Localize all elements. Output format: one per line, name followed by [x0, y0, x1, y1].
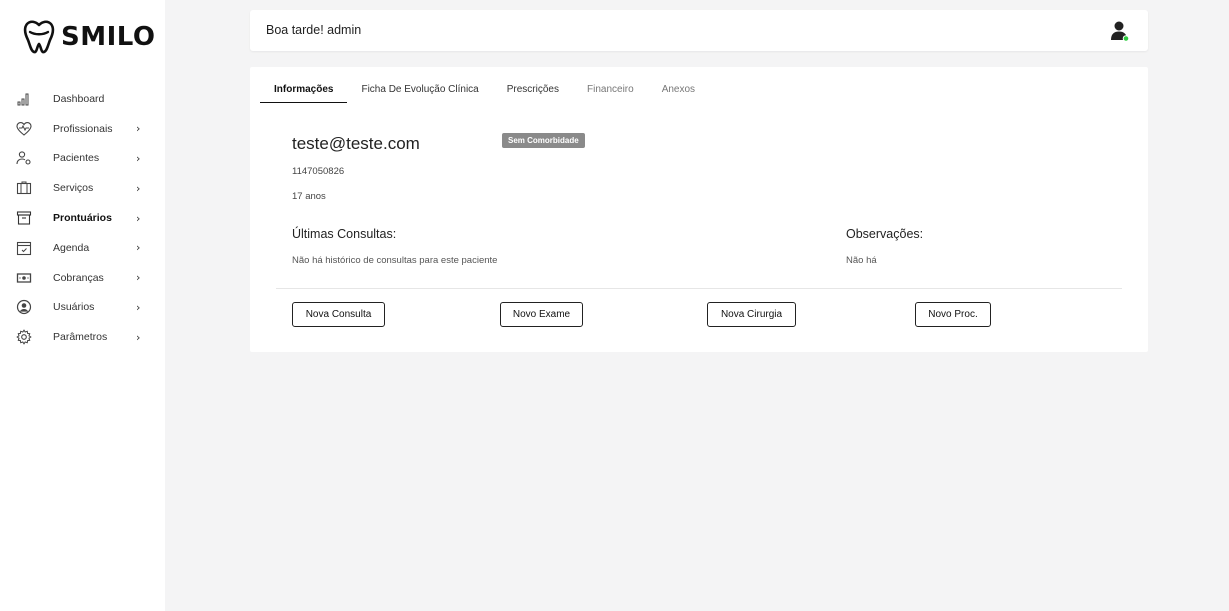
patient-phone: 1147050826 [292, 166, 345, 177]
sidebar-item-label: Dashboard [53, 92, 105, 105]
calendar-check-icon [16, 240, 32, 256]
user-circle-icon [16, 299, 32, 315]
observations-text: Não há [846, 255, 877, 266]
archive-icon [16, 210, 32, 226]
top-header: Boa tarde! admin [250, 10, 1148, 51]
sidebar-item-prontuarios[interactable]: Prontuários › [0, 203, 165, 233]
observations-title: Observações: [846, 227, 924, 241]
new-consultation-button[interactable]: Nova Consulta [292, 302, 385, 327]
sidebar-item-cobrancas[interactable]: Cobranças › [0, 263, 165, 293]
sidebar-item-dashboard[interactable]: Dashboard [0, 84, 165, 114]
sidebar-nav: Dashboard Profissionais › Pacientes › Se… [0, 84, 165, 352]
chevron-right-icon: › [136, 181, 141, 195]
sidebar: SMILO Dashboard Profissionais › Paciente… [0, 0, 165, 611]
tab-informacoes[interactable]: Informações [260, 81, 348, 103]
chevron-right-icon: › [136, 241, 141, 255]
sidebar-item-profissionais[interactable]: Profissionais › [0, 114, 165, 144]
sidebar-item-label: Agenda [53, 241, 90, 254]
chevron-right-icon: › [136, 330, 141, 344]
sidebar-item-label: Serviços [53, 182, 94, 195]
chevron-right-icon: › [136, 211, 141, 225]
new-surgery-button[interactable]: Nova Cirurgia [707, 302, 796, 327]
comorbidity-badge: Sem Comorbidade [502, 133, 585, 148]
sidebar-item-label: Cobranças [53, 271, 104, 284]
sidebar-item-pacientes[interactable]: Pacientes › [0, 144, 165, 174]
new-exam-button[interactable]: Novo Exame [500, 302, 583, 327]
greeting-text: Boa tarde! admin [266, 23, 362, 37]
chevron-right-icon: › [136, 122, 141, 136]
sidebar-item-label: Pacientes [53, 152, 100, 165]
chevron-right-icon: › [136, 271, 141, 285]
tab-ficha-evolucao-clinica[interactable]: Ficha De Evolução Clínica [347, 81, 492, 103]
record-tabs: Informações Ficha De Evolução Clínica Pr… [260, 81, 709, 103]
gear-icon [16, 329, 32, 345]
new-procedure-button[interactable]: Novo Proc. [915, 302, 991, 327]
chevron-right-icon: › [136, 300, 141, 314]
sidebar-item-label: Parâmetros [53, 331, 108, 344]
money-icon [16, 270, 32, 286]
sidebar-item-parametros[interactable]: Parâmetros › [0, 322, 165, 352]
user-settings-icon [16, 150, 32, 166]
patient-name: teste@teste.com [292, 134, 420, 153]
sidebar-item-servicos[interactable]: Serviços › [0, 173, 165, 203]
sidebar-item-agenda[interactable]: Agenda › [0, 233, 165, 263]
sidebar-item-label: Prontuários [53, 212, 112, 225]
divider [276, 288, 1122, 289]
last-consultations-text: Não há histórico de consultas para este … [292, 255, 498, 266]
user-avatar-icon[interactable] [1110, 20, 1130, 42]
patient-record-card: Informações Ficha De Evolução Clínica Pr… [250, 67, 1148, 352]
logo[interactable]: SMILO [22, 19, 156, 55]
chevron-right-icon: › [136, 151, 141, 165]
last-consultations-title: Últimas Consultas: [292, 227, 397, 241]
tab-financeiro[interactable]: Financeiro [573, 81, 648, 103]
tab-anexos[interactable]: Anexos [648, 81, 709, 103]
heartbeat-icon [16, 121, 32, 137]
sidebar-item-label: Usuários [53, 301, 95, 314]
sidebar-item-usuarios[interactable]: Usuários › [0, 293, 165, 323]
sidebar-item-label: Profissionais [53, 122, 113, 135]
tooth-logo-icon [23, 20, 55, 54]
patient-age: 17 anos [292, 191, 326, 202]
brand-name: SMILO [61, 22, 156, 52]
tab-prescricoes[interactable]: Prescrições [493, 81, 573, 103]
briefcase-icon [16, 180, 32, 196]
bar-chart-icon [16, 91, 32, 107]
